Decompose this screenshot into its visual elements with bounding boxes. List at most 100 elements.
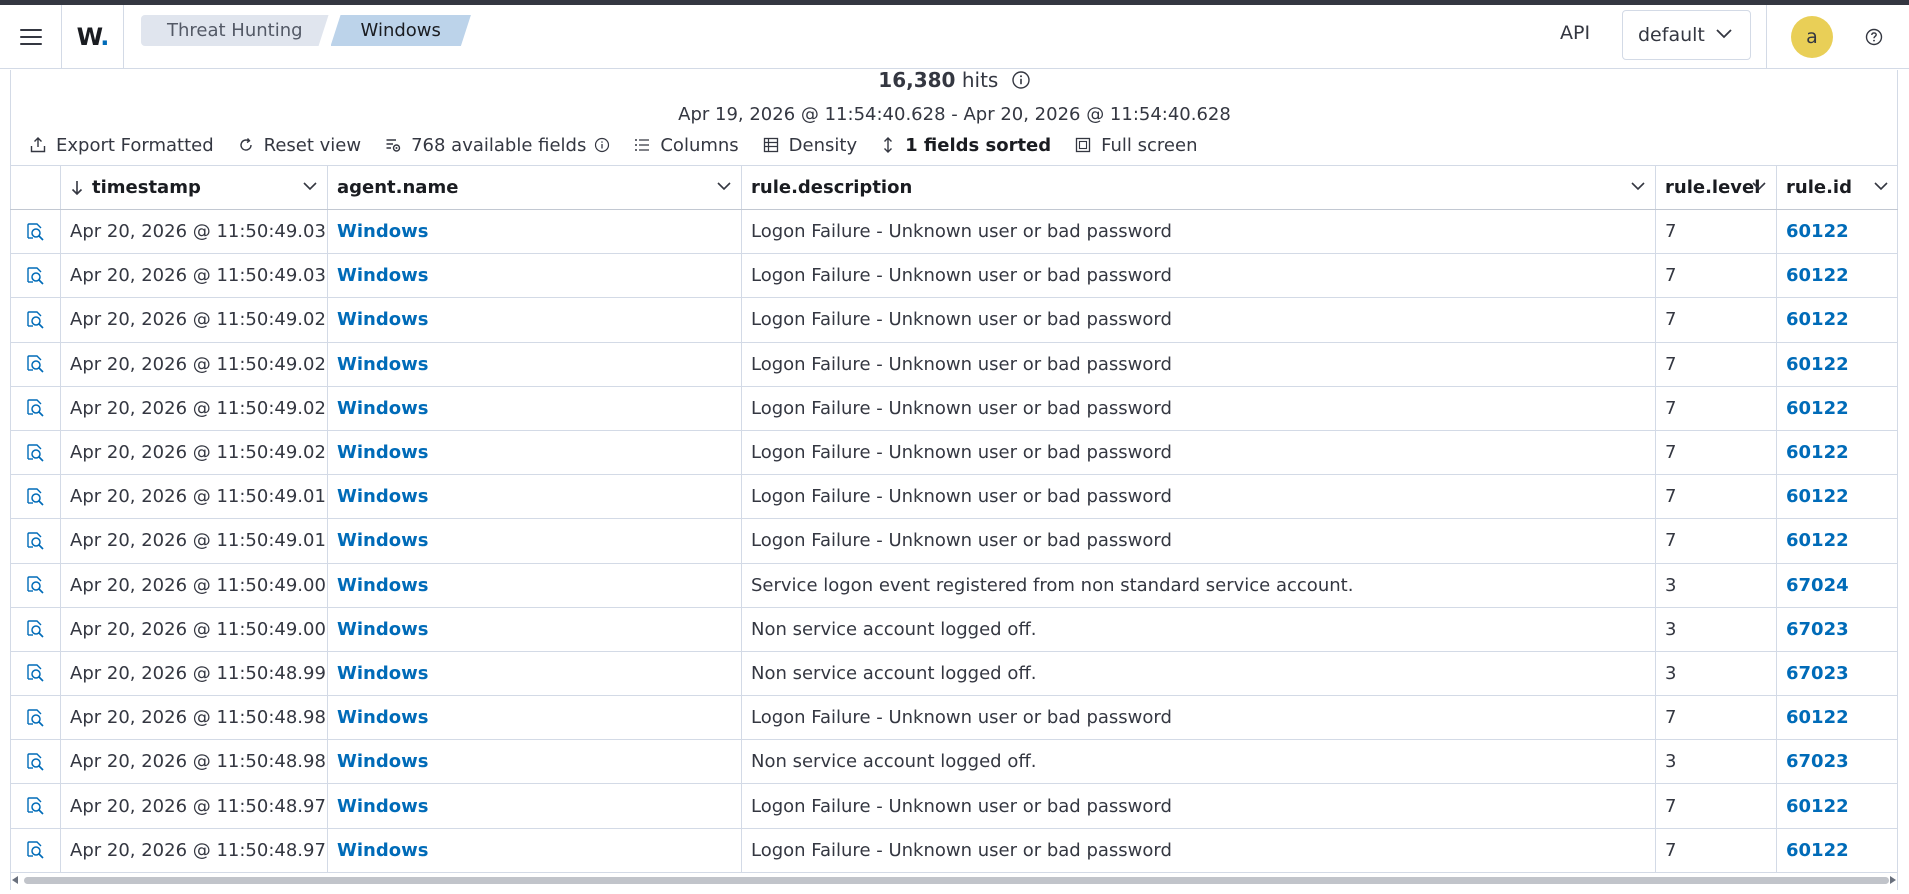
info-icon[interactable] <box>1011 70 1031 90</box>
cell-rule-id-link[interactable]: 60122 <box>1777 298 1898 341</box>
export-formatted-button[interactable]: Export Formatted <box>30 135 214 156</box>
inspect-document-icon[interactable] <box>25 222 45 242</box>
breadcrumb-item-windows[interactable]: Windows <box>331 15 471 46</box>
table-row: Apr 20, 2026 @ 11:50:49.025 Windows Logon … <box>10 342 1898 387</box>
cell-rule-id-link[interactable]: 60122 <box>1777 475 1898 518</box>
cell-rule-id-link[interactable]: 67023 <box>1777 652 1898 695</box>
cell-agent-name-link[interactable]: Windows <box>328 210 742 254</box>
cell-rule-id-link[interactable]: 67023 <box>1777 740 1898 783</box>
inspect-document-button[interactable] <box>10 475 61 519</box>
cell-rule-id-link[interactable]: 60122 <box>1777 343 1898 386</box>
help-icon[interactable] <box>1864 27 1884 47</box>
inspect-document-button[interactable] <box>10 298 61 342</box>
inspect-document-button[interactable] <box>10 784 61 828</box>
inspect-document-icon[interactable] <box>25 840 45 860</box>
cell-rule-description: Logon Failure - Unknown user or bad pass… <box>742 519 1656 563</box>
cell-rule-id-link[interactable]: 60122 <box>1777 431 1898 474</box>
inspect-document-button[interactable] <box>10 651 61 696</box>
inspect-document-button[interactable] <box>10 386 61 430</box>
inspect-document-icon[interactable] <box>25 752 45 772</box>
sort-descending-icon[interactable] <box>70 180 84 196</box>
breadcrumb-item-threat-hunting[interactable]: Threat Hunting <box>141 15 329 46</box>
fields-sorted-button[interactable]: 1 fields sorted <box>881 135 1051 156</box>
api-link[interactable]: API <box>1560 22 1590 44</box>
cell-rule-description: Logon Failure - Unknown user or bad pass… <box>742 828 1656 872</box>
columns-button[interactable]: Columns <box>634 135 739 156</box>
menu-button[interactable] <box>0 4 62 69</box>
inspect-document-button[interactable] <box>10 254 61 298</box>
inspect-document-button[interactable] <box>10 696 61 740</box>
column-header-rule-description[interactable]: rule.description <box>742 166 1656 209</box>
inspect-document-icon[interactable] <box>25 398 45 418</box>
column-header-rule-level[interactable]: rule.level <box>1656 166 1777 209</box>
chevron-down-icon[interactable] <box>1631 182 1645 191</box>
inspect-document-icon[interactable] <box>25 531 45 551</box>
cell-agent-name-link[interactable]: Windows <box>328 519 742 563</box>
cell-agent-name-link[interactable]: Windows <box>328 784 742 828</box>
inspect-document-icon[interactable] <box>25 575 45 595</box>
inspect-document-icon[interactable] <box>25 354 45 374</box>
inspect-document-button[interactable] <box>10 210 61 254</box>
cell-agent-name-link[interactable]: Windows <box>328 563 742 607</box>
inspect-document-button[interactable] <box>10 519 61 563</box>
logo[interactable]: W. <box>62 4 124 69</box>
inspect-document-icon[interactable] <box>25 796 45 816</box>
available-fields-button[interactable]: 768 available fields <box>385 135 610 156</box>
space-select[interactable]: default <box>1622 10 1751 60</box>
cell-agent-name-link[interactable]: Windows <box>328 828 742 872</box>
scroll-left-arrow[interactable] <box>12 876 18 884</box>
inspect-document-icon[interactable] <box>25 443 45 463</box>
inspect-document-icon[interactable] <box>25 708 45 728</box>
inspect-document-icon[interactable] <box>25 266 45 286</box>
cell-rule-id-link[interactable]: 60122 <box>1777 829 1898 872</box>
inspect-document-icon[interactable] <box>25 487 45 507</box>
column-header-rule-id[interactable]: rule.id <box>1777 166 1898 209</box>
cell-rule-id-link[interactable]: 60122 <box>1777 387 1898 430</box>
inspect-document-icon[interactable] <box>25 619 45 639</box>
info-icon[interactable] <box>594 137 610 153</box>
cell-agent-name-link[interactable]: Windows <box>328 430 742 475</box>
inspect-document-button[interactable] <box>10 740 61 784</box>
horizontal-scrollbar[interactable] <box>10 873 1898 887</box>
cell-rule-id-link[interactable]: 60122 <box>1777 696 1898 739</box>
cell-agent-name-link[interactable]: Windows <box>328 475 742 519</box>
cell-rule-level: 7 <box>1656 342 1777 386</box>
scrollbar-thumb[interactable] <box>24 877 1889 884</box>
cell-agent-name-link[interactable]: Windows <box>328 651 742 696</box>
inspect-document-button[interactable] <box>10 430 61 475</box>
inspect-document-button[interactable] <box>10 563 61 607</box>
column-header-label: rule.level <box>1665 177 1761 198</box>
column-header-timestamp[interactable]: timestamp <box>61 166 328 209</box>
cell-agent-name-link[interactable]: Windows <box>328 254 742 298</box>
chevron-down-icon[interactable] <box>1874 182 1888 191</box>
cell-agent-name-link[interactable]: Windows <box>328 740 742 784</box>
scroll-right-arrow[interactable] <box>1890 876 1896 884</box>
cell-rule-id-link[interactable]: 67024 <box>1777 564 1898 607</box>
reset-view-button[interactable]: Reset view <box>238 135 361 156</box>
inspect-document-button[interactable] <box>10 607 61 651</box>
inspect-document-button[interactable] <box>10 342 61 386</box>
column-header-label: agent.name <box>337 177 459 198</box>
cell-agent-name-link[interactable]: Windows <box>328 342 742 386</box>
cell-agent-name-link[interactable]: Windows <box>328 696 742 740</box>
cell-agent-name-link[interactable]: Windows <box>328 298 742 342</box>
cell-rule-id-link[interactable]: 60122 <box>1777 519 1898 562</box>
chevron-down-icon[interactable] <box>303 182 317 191</box>
cell-rule-id-link[interactable]: 67023 <box>1777 608 1898 651</box>
cell-rule-level: 3 <box>1656 740 1777 784</box>
inspect-document-icon[interactable] <box>25 310 45 330</box>
column-header-agent-name[interactable]: agent.name <box>328 166 742 209</box>
cell-agent-name-link[interactable]: Windows <box>328 386 742 430</box>
chevron-down-icon[interactable] <box>1752 182 1766 191</box>
hits-count: 16,380 <box>878 68 956 92</box>
full-screen-button[interactable]: Full screen <box>1075 135 1197 156</box>
cell-agent-name-link[interactable]: Windows <box>328 607 742 651</box>
chevron-down-icon[interactable] <box>717 182 731 191</box>
cell-rule-id-link[interactable]: 60122 <box>1777 210 1898 253</box>
avatar[interactable]: a <box>1791 16 1833 58</box>
cell-rule-id-link[interactable]: 60122 <box>1777 784 1898 827</box>
inspect-document-button[interactable] <box>10 828 61 872</box>
density-button[interactable]: Density <box>763 135 857 156</box>
inspect-document-icon[interactable] <box>25 663 45 683</box>
cell-rule-id-link[interactable]: 60122 <box>1777 254 1898 297</box>
